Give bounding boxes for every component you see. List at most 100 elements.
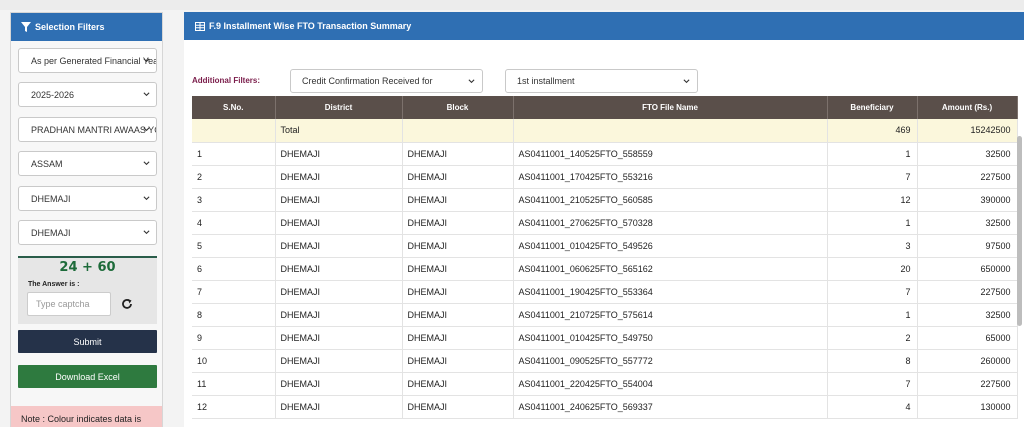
cell-fto-file[interactable]: AS0411001_220425FTO_554004 <box>513 372 828 396</box>
cell-sno: 4 <box>192 211 276 235</box>
table-header-row: S.No. District Block FTO File Name Benef… <box>192 96 1018 119</box>
cell-beneficiary: 1 <box>827 303 918 327</box>
cell-beneficiary: 7 <box>827 165 918 189</box>
selection-filters-title: Selection Filters <box>35 22 105 32</box>
select-value: Credit Confirmation Received for <box>302 76 433 86</box>
cell-block: DHEMAJI <box>402 234 514 258</box>
refresh-icon[interactable] <box>121 298 133 310</box>
cell-beneficiary: 7 <box>827 280 918 304</box>
cell-district: DHEMAJI <box>275 142 403 166</box>
district-select[interactable]: DHEMAJI <box>18 186 157 211</box>
cell-fto-file[interactable]: AS0411001_270625FTO_570328 <box>513 211 828 235</box>
select-value: ASSAM <box>31 158 63 169</box>
cell-district: DHEMAJI <box>275 165 403 189</box>
block-select[interactable]: DHEMAJI <box>18 220 157 245</box>
table-row: 10 DHEMAJI DHEMAJI AS0411001_090525FTO_5577… <box>192 349 1018 373</box>
col-header-fto-file[interactable]: FTO File Name <box>513 96 828 119</box>
col-header-beneficiary[interactable]: Beneficiary <box>827 96 918 119</box>
financial-year-select[interactable]: 2025-2026 <box>18 82 157 107</box>
col-header-sno[interactable]: S.No. <box>192 96 276 119</box>
select-value: DHEMAJI <box>31 193 71 204</box>
cell-amount: 32500 <box>917 142 1018 166</box>
total-fto <box>513 119 828 143</box>
credit-status-select[interactable]: Credit Confirmation Received for <box>290 69 483 93</box>
table-row: 6 DHEMAJI DHEMAJI AS0411001_060625FTO_56516… <box>192 257 1018 281</box>
cell-block: DHEMAJI <box>402 326 514 350</box>
cell-beneficiary: 2 <box>827 326 918 350</box>
answer-label: The Answer is : <box>28 281 80 288</box>
total-block <box>402 119 514 143</box>
cell-amount: 32500 <box>917 303 1018 327</box>
col-header-district[interactable]: District <box>275 96 403 119</box>
cell-fto-file[interactable]: AS0411001_140525FTO_558559 <box>513 142 828 166</box>
chevron-down-icon <box>468 79 475 84</box>
total-amount: 15242500 <box>917 119 1018 143</box>
cell-fto-file[interactable]: AS0411001_240625FTO_569337 <box>513 395 828 419</box>
cell-amount: 390000 <box>917 188 1018 212</box>
cell-amount: 227500 <box>917 280 1018 304</box>
colour-note: Note : Colour indicates data is <box>11 406 162 427</box>
cell-fto-file[interactable]: AS0411001_210525FTO_560585 <box>513 188 828 212</box>
cell-beneficiary: 4 <box>827 395 918 419</box>
cell-fto-file[interactable]: AS0411001_010425FTO_549526 <box>513 234 828 258</box>
cell-amount: 227500 <box>917 372 1018 396</box>
top-strip <box>0 0 1024 10</box>
chevron-down-icon <box>143 127 150 132</box>
col-header-block[interactable]: Block <box>402 96 514 119</box>
cell-fto-file[interactable]: AS0411001_060625FTO_565162 <box>513 257 828 281</box>
captcha-box: 24 + 60 The Answer is : Type captcha <box>18 256 157 324</box>
scheme-select[interactable]: PRADHAN MANTRI AWAAS YOJANA <box>18 117 157 142</box>
cell-district: DHEMAJI <box>275 234 403 258</box>
table-row: 1 DHEMAJI DHEMAJI AS0411001_140525FTO_55855… <box>192 142 1018 166</box>
cell-district: DHEMAJI <box>275 372 403 396</box>
cell-sno: 2 <box>192 165 276 189</box>
cell-sno: 9 <box>192 326 276 350</box>
cell-fto-file[interactable]: AS0411001_190425FTO_553364 <box>513 280 828 304</box>
cell-district: DHEMAJI <box>275 349 403 373</box>
cell-beneficiary: 8 <box>827 349 918 373</box>
table-icon <box>195 21 205 31</box>
cell-sno: 11 <box>192 372 276 396</box>
chevron-down-icon <box>143 196 150 201</box>
cell-amount: 130000 <box>917 395 1018 419</box>
cell-block: DHEMAJI <box>402 188 514 212</box>
cell-fto-file[interactable]: AS0411001_090525FTO_557772 <box>513 349 828 373</box>
table-row: 12 DHEMAJI DHEMAJI AS0411001_240625FTO_5693… <box>192 395 1018 419</box>
cell-amount: 650000 <box>917 257 1018 281</box>
cell-fto-file[interactable]: AS0411001_170425FTO_553216 <box>513 165 828 189</box>
chevron-down-icon <box>143 230 150 235</box>
total-beneficiary: 469 <box>827 119 918 143</box>
submit-button[interactable]: Submit <box>18 330 157 353</box>
cell-amount: 97500 <box>917 234 1018 258</box>
total-label: Total <box>275 119 403 143</box>
cell-beneficiary: 1 <box>827 142 918 166</box>
cell-district: DHEMAJI <box>275 188 403 212</box>
state-select[interactable]: ASSAM <box>18 151 157 176</box>
cell-fto-file[interactable]: AS0411001_210725FTO_575614 <box>513 303 828 327</box>
cell-block: DHEMAJI <box>402 211 514 235</box>
report-panel: F.9 Installment Wise FTO Transaction Sum… <box>184 12 1024 427</box>
page-scrollbar[interactable] <box>1017 136 1022 326</box>
table-row: 9 DHEMAJI DHEMAJI AS0411001_010425FTO_54975… <box>192 326 1018 350</box>
cell-beneficiary: 12 <box>827 188 918 212</box>
table-row: 2 DHEMAJI DHEMAJI AS0411001_170425FTO_55321… <box>192 165 1018 189</box>
captcha-code: 24 + 60 <box>59 260 116 275</box>
report-header: F.9 Installment Wise FTO Transaction Sum… <box>184 12 1024 40</box>
cell-block: DHEMAJI <box>402 372 514 396</box>
chevron-down-icon <box>143 161 150 166</box>
download-excel-button[interactable]: Download Excel <box>18 365 157 388</box>
cell-amount: 227500 <box>917 165 1018 189</box>
select-value: DHEMAJI <box>31 227 71 238</box>
captcha-input[interactable]: Type captcha <box>27 292 111 316</box>
cell-sno: 10 <box>192 349 276 373</box>
cell-fto-file[interactable]: AS0411001_010425FTO_549750 <box>513 326 828 350</box>
cell-sno: 3 <box>192 188 276 212</box>
cell-block: DHEMAJI <box>402 280 514 304</box>
cell-sno: 6 <box>192 257 276 281</box>
installment-select[interactable]: 1st installment <box>505 69 698 93</box>
select-value: As per Generated Financial Year <box>31 55 157 66</box>
chevron-down-icon <box>683 79 690 84</box>
scheme-year-basis-select[interactable]: As per Generated Financial Year <box>18 48 157 73</box>
col-header-amount[interactable]: Amount (Rs.) <box>917 96 1018 119</box>
selection-filters-panel: Selection Filters As per Generated Finan… <box>10 12 163 427</box>
